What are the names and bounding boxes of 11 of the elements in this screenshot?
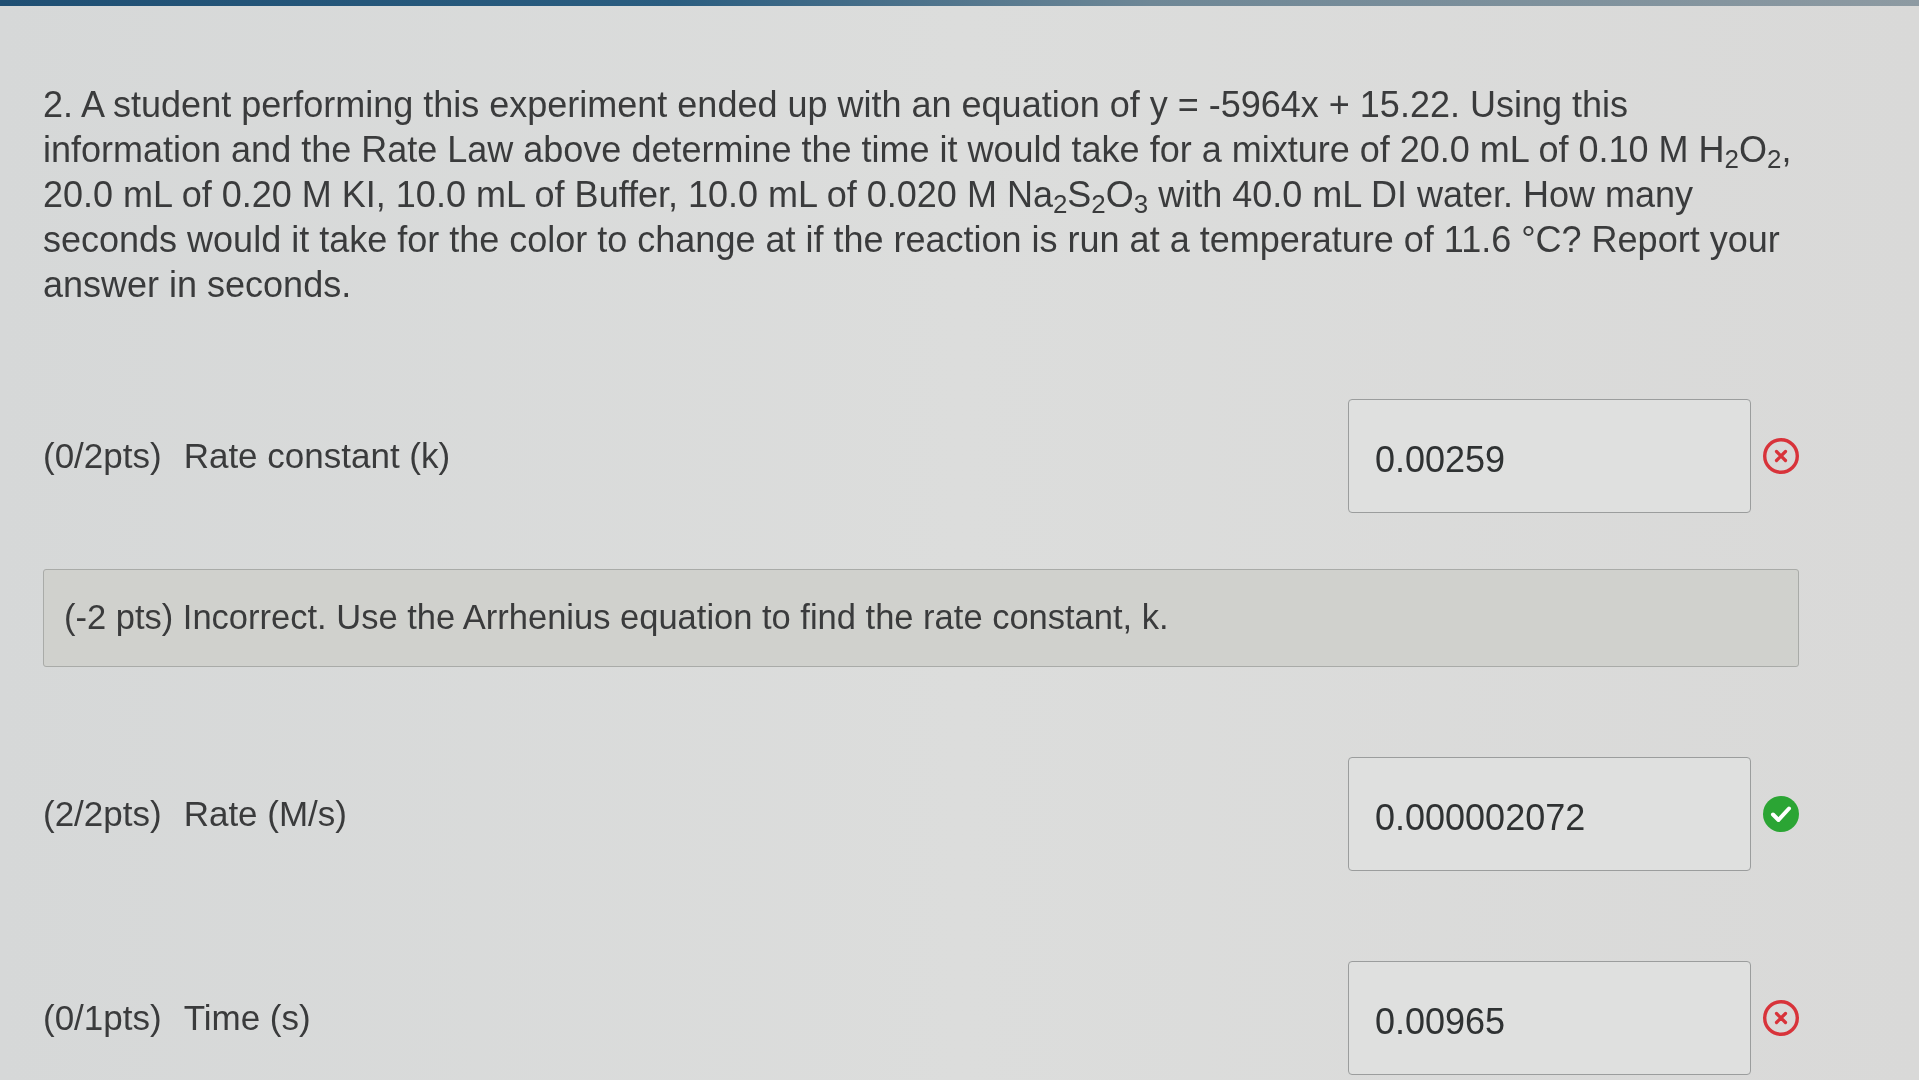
answer-field[interactable]: 0.00259: [1348, 399, 1751, 513]
score-text: (2/2pts): [43, 792, 162, 835]
score-text: (0/2pts): [43, 434, 162, 477]
feedback-text: (-2 pts) Incorrect. Use the Arrhenius equation to find the rate constant, k.: [64, 597, 1169, 639]
answer-field[interactable]: 0.000002072: [1348, 757, 1751, 871]
answer-field[interactable]: 0.00965: [1348, 961, 1751, 1075]
question-text: 2. A student performing this experiment ended up with an equation of y = -5964x + 15.22. Using this information and the Rate Law above determine the time it would take for a mixture of 20.0 mL of 0.10 M H$_{2}$O$_{2}$, 20.0 mL of 0.20 M KI, 10.0 mL of Buffer, 10.0 mL of 0.020 M Na$_{2}$S$_{2}$O$_{3}$ with 40.0 mL DI water. How many seconds would it take for the color to change at if the reaction is run at a temperature of 11.6 °C? Report your answer in seconds.: [43, 83, 1793, 307]
field-label: Rate (M/s): [183, 792, 347, 835]
field-label: Rate constant (k): [183, 434, 451, 477]
field-label: Time (s): [183, 996, 311, 1039]
score-text: (0/1pts): [43, 996, 162, 1039]
